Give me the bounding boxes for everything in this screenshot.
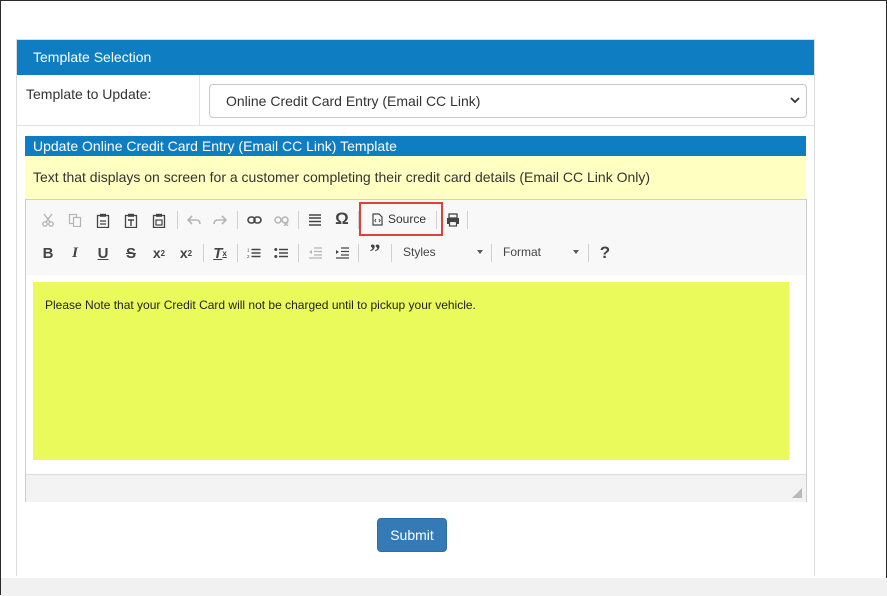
svg-text:2: 2 <box>247 254 250 259</box>
format-dropdown[interactable]: Format <box>497 241 585 263</box>
bold-icon[interactable]: B <box>38 242 58 264</box>
editor-content-area[interactable]: Please Note that your Credit Card will n… <box>26 275 806 474</box>
dropdown-arrow-icon <box>477 250 483 254</box>
underline-icon[interactable]: U <box>93 242 113 264</box>
rich-text-editor: Ω Source B I U S x2 x2 Tx 12 ” Styles Fo… <box>25 199 807 502</box>
toolbar-separator <box>298 244 299 262</box>
toolbar-separator <box>467 211 468 229</box>
paste-text-icon[interactable] <box>121 209 141 231</box>
subscript-icon[interactable]: x2 <box>148 242 170 264</box>
remove-format-icon[interactable]: Tx <box>209 242 231 264</box>
toolbar-separator <box>358 244 359 262</box>
styles-dropdown[interactable]: Styles <box>397 241 489 263</box>
template-select-value: Online Credit Card Entry (Email CC Link) <box>226 93 481 109</box>
submit-button[interactable]: Submit <box>377 518 447 552</box>
blockquote-icon[interactable]: ” <box>364 239 386 264</box>
template-row: Template to Update: Online Credit Card E… <box>17 75 814 126</box>
format-label: Format <box>503 245 542 259</box>
horizontal-rule-icon[interactable] <box>305 209 325 231</box>
paste-word-icon[interactable] <box>149 209 169 231</box>
source-highlight-box <box>359 202 443 236</box>
dropdown-arrow-icon <box>573 250 579 254</box>
italic-icon[interactable]: I <box>65 242 85 264</box>
template-select[interactable]: Online Credit Card Entry (Email CC Link) <box>209 84 807 118</box>
template-label: Template to Update: <box>17 75 200 125</box>
cut-icon[interactable] <box>38 209 58 231</box>
editor-content[interactable]: Please Note that your Credit Card will n… <box>33 282 789 460</box>
toolbar-separator <box>436 211 437 229</box>
unlink-icon[interactable] <box>271 209 291 231</box>
page-bottom-band <box>1 578 887 596</box>
svg-text:1: 1 <box>247 248 250 253</box>
link-icon[interactable] <box>244 209 264 231</box>
undo-icon[interactable] <box>184 209 204 231</box>
help-icon[interactable]: ? <box>595 242 615 264</box>
paste-icon[interactable] <box>93 209 113 231</box>
redo-icon[interactable] <box>210 209 230 231</box>
panel-title: Template Selection <box>17 40 814 75</box>
toolbar-separator <box>588 244 589 262</box>
template-selection-panel: Template Selection Template to Update: O… <box>16 39 815 576</box>
toolbar-separator <box>491 244 492 262</box>
editor-toolbar: Ω Source B I U S x2 x2 Tx 12 ” Styles Fo… <box>26 200 806 276</box>
print-icon[interactable] <box>443 209 463 231</box>
outdent-icon[interactable] <box>305 242 325 264</box>
chevron-down-icon <box>790 97 800 104</box>
toolbar-separator <box>203 244 204 262</box>
toolbar-separator <box>298 211 299 229</box>
numbered-list-icon[interactable]: 12 <box>244 242 264 264</box>
resize-grip-icon[interactable] <box>792 488 802 498</box>
copy-icon[interactable] <box>65 209 85 231</box>
special-char-icon[interactable]: Ω <box>332 208 352 230</box>
bulleted-list-icon[interactable] <box>271 242 291 264</box>
section-description: Text that displays on screen for a custo… <box>25 156 806 199</box>
toolbar-separator <box>237 211 238 229</box>
toolbar-separator <box>177 211 178 229</box>
toolbar-separator <box>237 244 238 262</box>
styles-label: Styles <box>403 245 436 259</box>
editor-status-bar <box>26 474 806 502</box>
toolbar-separator <box>391 244 392 262</box>
indent-icon[interactable] <box>332 242 352 264</box>
strikethrough-icon[interactable]: S <box>121 242 141 264</box>
superscript-icon[interactable]: x2 <box>175 242 197 264</box>
section-title: Update Online Credit Card Entry (Email C… <box>25 136 806 156</box>
